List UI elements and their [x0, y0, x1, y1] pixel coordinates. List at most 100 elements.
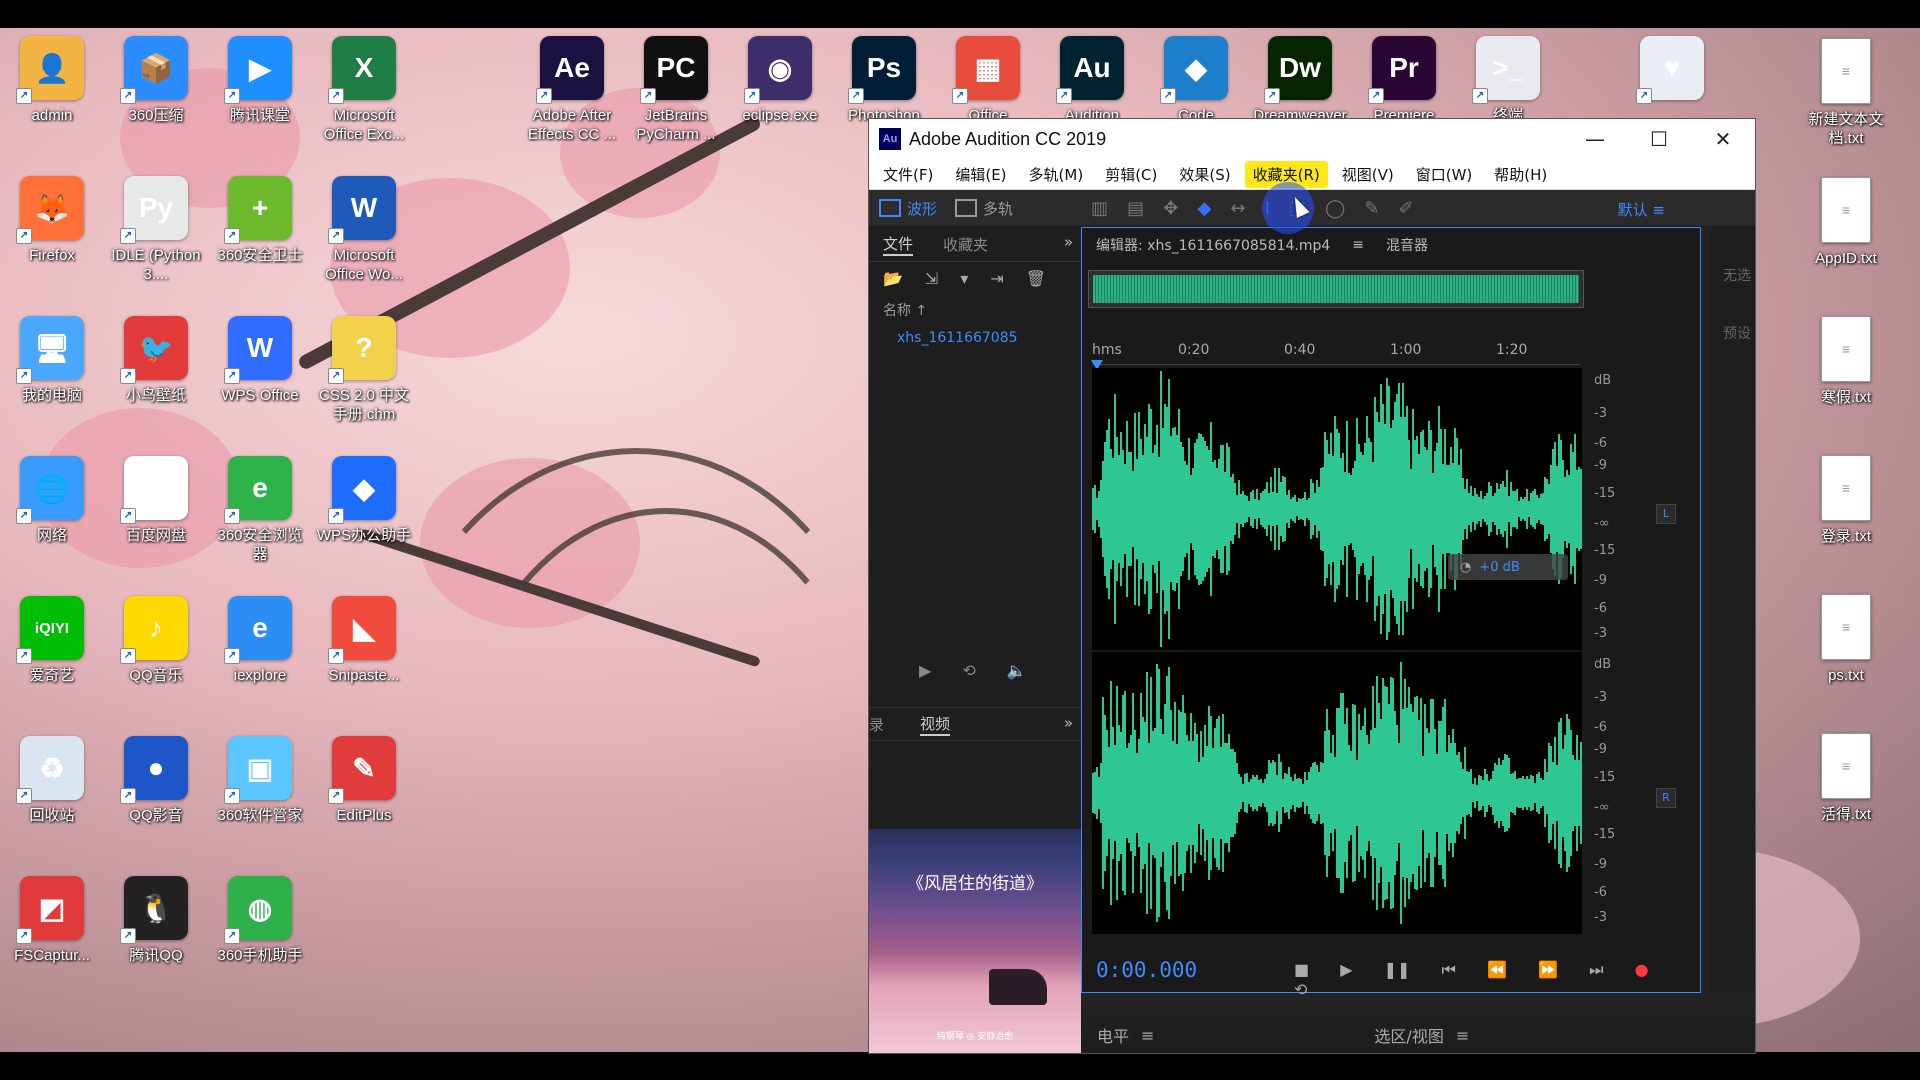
razor-tool-icon[interactable]: ◆: [1197, 198, 1211, 219]
spectral-frequency-icon[interactable]: ▥: [1091, 198, 1108, 219]
desktop-icon[interactable]: ♻ ↗ 回收站: [2, 736, 102, 825]
desktop-icon[interactable]: ◣ ↗ Snipaste...: [314, 596, 414, 685]
loop-icon[interactable]: ⟲: [1294, 980, 1307, 999]
desktop-icon[interactable]: ◆ ↗ Code: [1146, 36, 1246, 125]
desktop-icon[interactable]: 🦊 ↗ Firefox: [2, 176, 102, 265]
channel-left-badge[interactable]: L: [1656, 504, 1676, 524]
editor-menu-icon[interactable]: ≡: [1352, 237, 1364, 253]
desktop-icon[interactable]: ◍ ↗ 360手机助手: [210, 876, 310, 965]
waveform-overview[interactable]: [1088, 270, 1584, 308]
desktop-icon[interactable]: ✎ ↗ EditPlus: [314, 736, 414, 825]
timecode-display[interactable]: 0:00.000: [1096, 958, 1197, 982]
desktop-icon[interactable]: ▶ ↗ 腾讯课堂: [210, 36, 310, 125]
preview-play-icon[interactable]: ▶: [919, 661, 931, 680]
tab-selection-view[interactable]: 选区/视图: [1374, 1023, 1443, 1047]
desktop-file-icon[interactable]: ≡ 登录.txt: [1796, 455, 1896, 546]
left-channel-waveform[interactable]: [1092, 368, 1582, 650]
time-ruler[interactable]: hms 0:20 0:40 1:00 1:20: [1092, 340, 1580, 365]
healing-tool-icon[interactable]: ✐: [1399, 198, 1414, 219]
desktop-icon[interactable]: Ps ↗ Photoshop: [834, 36, 934, 125]
desktop-icon[interactable]: ♥ ↗: [1622, 36, 1722, 106]
desktop-file-icon[interactable]: ≡ ps.txt: [1796, 594, 1896, 685]
desktop-icon[interactable]: W ↗ Microsoft Office Wo...: [314, 176, 414, 284]
tab-files[interactable]: 文件: [883, 233, 914, 256]
desktop-icon[interactable]: W ↗ WPS Office: [210, 316, 310, 405]
desktop-icon[interactable]: 🐧 ↗ 腾讯QQ: [106, 876, 206, 965]
desktop-icon[interactable]: Pr ↗ Premiere: [1354, 36, 1454, 125]
lasso-tool-icon[interactable]: ◯: [1325, 198, 1345, 219]
maximize-button[interactable]: ☐: [1627, 127, 1691, 151]
video-panel-expand-icon[interactable]: »: [1064, 714, 1073, 732]
name-column-header[interactable]: 名称 ↑: [869, 294, 1081, 326]
desktop-icon[interactable]: 🐦 ↗ 小鸟壁纸: [106, 316, 206, 405]
desktop-icon[interactable]: >_ ↗ 终端: [1458, 36, 1558, 125]
skip-end-icon[interactable]: ⏭: [1589, 960, 1603, 979]
audition-window[interactable]: Au Adobe Audition CC 2019 — ☐ ✕ 文件(F) 编辑…: [868, 118, 1756, 1054]
hud-gain[interactable]: ◔ +0 dB: [1448, 554, 1568, 580]
desktop-icon[interactable]: Dw ↗ Dreamweaver: [1250, 36, 1350, 125]
desktop-icon[interactable]: X ↗ Microsoft Office Exc...: [314, 36, 414, 144]
mixer-tab[interactable]: 混音器: [1386, 235, 1428, 255]
menu-window[interactable]: 窗口(W): [1408, 161, 1481, 188]
desktop-icon[interactable]: ◆ ↗ WPS办公助手: [314, 456, 414, 545]
editor-panel[interactable]: 编辑器: xhs_1611667085814.mp4 ≡ 混音器 hms 0:2…: [1081, 227, 1701, 999]
desktop-icon[interactable]: ◩ ↗ FSCaptur...: [2, 876, 102, 965]
open-file-icon[interactable]: 📂: [883, 269, 903, 288]
tab-levels[interactable]: 电平: [1097, 1023, 1129, 1047]
desktop-icon[interactable]: ☁ ↗ 百度网盘: [106, 456, 206, 545]
desktop-icon[interactable]: e ↗ 360安全浏览器: [210, 456, 310, 564]
desktop-icon[interactable]: ◉ ↗ eclipse.exe: [730, 36, 830, 125]
desktop-icon[interactable]: Py ↗ IDLE (Python 3....: [106, 176, 206, 284]
minimize-button[interactable]: —: [1563, 127, 1627, 151]
workspace-selector[interactable]: 默认 ≡: [1618, 199, 1665, 220]
desktop-icon[interactable]: 📦 ↗ 360压缩: [106, 36, 206, 125]
menu-help[interactable]: 帮助(H): [1486, 161, 1555, 188]
pause-icon[interactable]: ❚❚: [1384, 960, 1411, 979]
tab-history[interactable]: 录: [869, 714, 884, 735]
desktop-icon[interactable]: 🖥 ↗ 我的电脑: [2, 316, 102, 405]
menu-file[interactable]: 文件(F): [875, 161, 941, 188]
desktop-icon[interactable]: iQIYI ↗ 爱奇艺: [2, 596, 102, 685]
menu-multitrack[interactable]: 多轨(M): [1021, 161, 1092, 188]
desktop-icon[interactable]: ▣ ↗ 360软件管家: [210, 736, 310, 825]
slip-tool-icon[interactable]: ↔: [1230, 198, 1245, 219]
close-button[interactable]: ✕: [1691, 127, 1755, 151]
editor-tab[interactable]: 编辑器: xhs_1611667085814.mp4: [1096, 235, 1330, 255]
desktop-icon[interactable]: ♪ ↗ QQ音乐: [106, 596, 206, 685]
import-file-icon[interactable]: ⇲: [925, 269, 938, 288]
desktop-file-icon[interactable]: ≡ 活得.txt: [1796, 733, 1896, 824]
desktop-icon[interactable]: ? ↗ CSS 2.0 中文手册.chm: [314, 316, 414, 424]
record-icon[interactable]: ●: [1635, 960, 1649, 979]
desktop-icon[interactable]: ▦ ↗ Office: [938, 36, 1038, 125]
desktop-file-icon[interactable]: ≡ AppID.txt: [1796, 177, 1896, 268]
spectral-pitch-icon[interactable]: ▤: [1127, 198, 1144, 219]
desktop-icon[interactable]: + ↗ 360安全卫士: [210, 176, 310, 265]
menu-edit[interactable]: 编辑(E): [947, 161, 1014, 188]
desktop-icon[interactable]: PC ↗ JetBrains PyCharm ...: [626, 36, 726, 144]
menu-effects[interactable]: 效果(S): [1171, 161, 1238, 188]
selection-view-menu-icon[interactable]: ≡: [1456, 1026, 1469, 1045]
skip-start-icon[interactable]: ⏮: [1442, 960, 1456, 979]
menu-view[interactable]: 视图(V): [1334, 161, 1402, 188]
desktop-icon[interactable]: Au ↗ Audition: [1042, 36, 1142, 125]
levels-menu-icon[interactable]: ≡: [1141, 1026, 1154, 1045]
play-icon[interactable]: ▶: [1340, 960, 1352, 979]
move-tool-icon[interactable]: ✥: [1163, 198, 1178, 219]
desktop-icon[interactable]: 🌐 ↗ 网络: [2, 456, 102, 545]
tab-favorites[interactable]: 收藏夹: [943, 234, 988, 255]
desktop-icon[interactable]: e ↗ iexplore: [210, 596, 310, 685]
menu-clip[interactable]: 剪辑(C): [1097, 161, 1165, 188]
desktop-file-icon[interactable]: ≡ 寒假.txt: [1796, 316, 1896, 407]
title-bar[interactable]: Au Adobe Audition CC 2019 — ☐ ✕: [869, 119, 1755, 159]
desktop-file-icon[interactable]: ≡ 新建文本文档.txt: [1796, 38, 1896, 148]
desktop-icon[interactable]: ● ↗ QQ影音: [106, 736, 206, 825]
right-channel-waveform[interactable]: [1092, 652, 1582, 934]
desktop-icon[interactable]: 👤 ↗ admin: [2, 36, 102, 125]
rewind-icon[interactable]: ⏪: [1487, 960, 1507, 979]
preview-loop-icon[interactable]: ⟲: [962, 661, 975, 680]
channel-right-badge[interactable]: R: [1656, 788, 1676, 808]
brush-tool-icon[interactable]: ✎: [1364, 198, 1379, 219]
fast-forward-icon[interactable]: ⏩: [1538, 960, 1558, 979]
waveform-view-button[interactable]: 波形: [879, 198, 937, 219]
panel-expand-icon[interactable]: »: [1064, 233, 1073, 251]
